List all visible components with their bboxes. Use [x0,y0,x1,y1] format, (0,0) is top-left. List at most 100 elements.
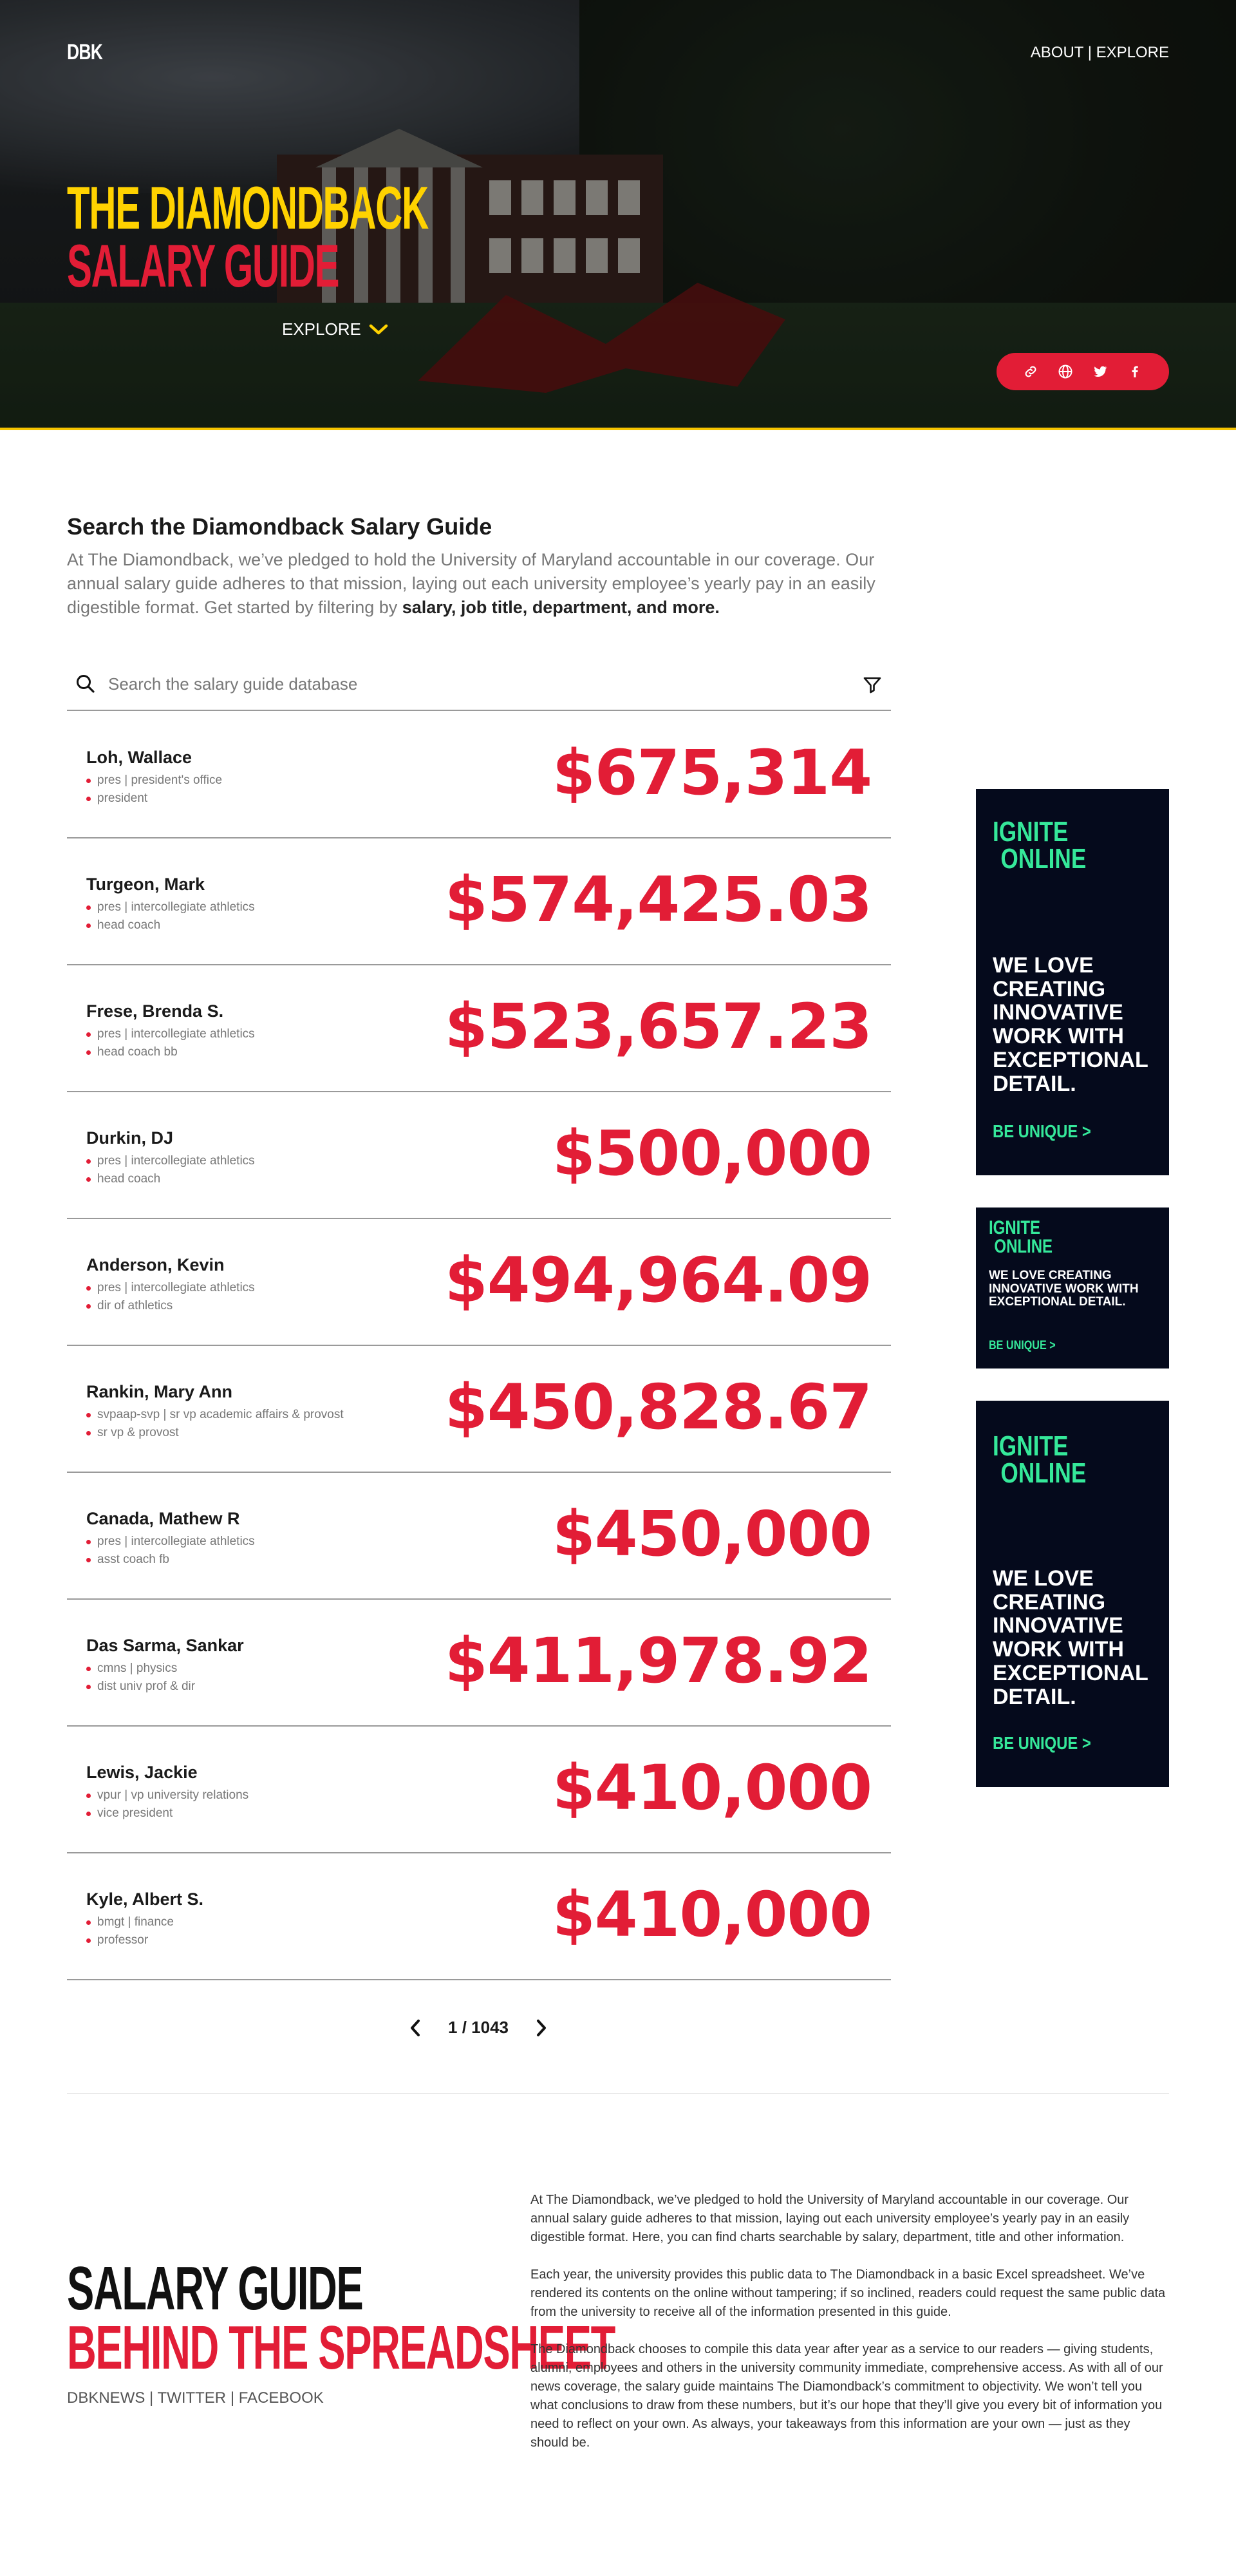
about-paragraph: At The Diamondback, we’ve pledged to hol… [530,2193,1130,2244]
search-section-intro: At The Diamondback, we’ve pledged to hol… [67,548,897,620]
employee-salary: $450,000 [552,1498,872,1570]
page-current: 1 [448,2018,458,2037]
employee-salary: $523,657.23 [444,990,872,1063]
table-row[interactable]: Lewis, Jackie vpur | vp university relat… [67,1727,891,1853]
dbknews-link[interactable]: DBKNEWS [67,2389,145,2407]
pagination: 1 / 1043 [406,2018,551,2038]
table-row[interactable]: Durkin, DJ pres | intercollegiate athlet… [67,1092,891,1219]
page-title-line2: SALARY GUIDE [67,232,340,299]
chevron-down-icon [369,324,388,334]
employee-title: head coach [86,1172,160,1186]
about-paragraph: Each year, the university provides this … [530,2268,1166,2319]
employee-title: dir of athletics [86,1299,173,1313]
table-row[interactable]: Anderson, Kevin pres | intercollegiate a… [67,1219,891,1346]
table-row[interactable]: Kyle, Albert S. bmgt | finance professor… [67,1853,891,1980]
employee-name: Anderson, Kevin [86,1255,225,1274]
employee-title: head coach [86,918,160,933]
chevron-right-icon[interactable] [532,2018,551,2038]
ad-cta: BE UNIQUE > [993,1733,1091,1753]
footer-separator: | [230,2389,235,2407]
employee-department: cmns | physics [86,1662,177,1676]
ad-brand: IGNITE ONLINE [993,816,1087,875]
employee-salary: $675,314 [552,737,872,809]
hero-bottom-border [0,428,1236,430]
footer-links: DBKNEWS | TWITTER | FACEBOOK [67,2389,324,2407]
ad-banner[interactable]: IGNITE ONLINE WE LOVE CREATING INNOVATIVE… [976,789,1169,1175]
twitter-icon[interactable] [1092,364,1108,379]
salary-table: Loh, Wallace pres | president's office p… [67,712,891,1980]
employee-department: pres | intercollegiate athletics [86,1535,255,1549]
ad-brand: IGNITE ONLINE [993,1430,1087,1489]
employee-title: sr vp & provost [86,1426,179,1440]
employee-name: Frese, Brenda S. [86,1001,224,1021]
employee-title: president [86,791,147,806]
intro-bold-text: salary, job title, department, and more. [402,598,720,617]
page-separator: / [462,2018,467,2037]
employee-department: svpaap-svp | sr vp academic affairs & pr… [86,1408,344,1422]
employee-department: pres | president's office [86,773,222,788]
ad-cta: BE UNIQUE > [989,1339,1056,1352]
ad-message: WE LOVE CREATING INNOVATIVE WORK WITH EX… [993,1566,1148,1709]
employee-department: pres | intercollegiate athletics [86,900,255,914]
nav-explore-link[interactable]: EXPLORE [1096,44,1169,61]
employee-department: bmgt | finance [86,1915,174,1929]
table-row[interactable]: Loh, Wallace pres | president's office p… [67,712,891,838]
table-row[interactable]: Rankin, Mary Ann svpaap-svp | sr vp acad… [67,1346,891,1473]
dbk-logo-link[interactable]: DBK [67,40,103,65]
link-icon[interactable] [1023,364,1038,379]
facebook-link[interactable]: FACEBOOK [239,2389,324,2407]
employee-name: Canada, Mathew R [86,1509,240,1528]
employee-salary: $411,978.92 [444,1625,872,1697]
employee-name: Rankin, Mary Ann [86,1382,233,1401]
employee-title: head coach bb [86,1045,178,1059]
ad-banner[interactable]: IGNITE ONLINE WE LOVE CREATING INNOVATIVE… [976,1208,1169,1368]
employee-name: Das Sarma, Sankar [86,1636,244,1655]
employee-department: pres | intercollegiate athletics [86,1154,255,1168]
chevron-left-icon[interactable] [406,2018,425,2038]
employee-title: dist univ prof & dir [86,1680,195,1694]
about-paragraph: The Diamondback chooses to compile this … [530,2342,1163,2450]
employee-department: pres | intercollegiate athletics [86,1027,255,1041]
employee-name: Turgeon, Mark [86,875,205,894]
employee-title: professor [86,1933,148,1947]
employee-name: Durkin, DJ [86,1128,174,1148]
employee-salary: $574,425.03 [444,864,872,936]
section-divider [67,2093,1169,2094]
ad-banner[interactable]: IGNITE ONLINE WE LOVE CREATING INNOVATIVE… [976,1401,1169,1787]
search-section-title: Search the Diamondback Salary Guide [67,513,492,540]
employee-salary: $500,000 [552,1117,872,1189]
employee-salary: $450,828.67 [444,1371,872,1443]
table-row[interactable]: Canada, Mathew R pres | intercollegiate … [67,1473,891,1600]
employee-name: Kyle, Albert S. [86,1889,204,1909]
share-bar [997,353,1169,390]
table-row[interactable]: Turgeon, Mark pres | intercollegiate ath… [67,838,891,965]
explore-label: EXPLORE [282,319,361,339]
hero-banner: DBK ABOUT | EXPLORE THE DIAMONDBACK SALA… [0,0,1236,430]
ad-message: WE LOVE CREATING INNOVATIVE WORK WITH EX… [993,953,1148,1096]
top-nav: ABOUT | EXPLORE [1031,44,1169,62]
filter-icon[interactable] [861,674,883,696]
search-input[interactable] [108,674,816,694]
employee-name: Lewis, Jackie [86,1763,198,1782]
table-row[interactable]: Frese, Brenda S. pres | intercollegiate … [67,965,891,1092]
nav-separator: | [1087,44,1092,61]
explore-button[interactable]: EXPLORE [282,319,388,339]
page-title: THE DIAMONDBACK SALARY GUIDE [67,174,429,299]
employee-name: Loh, Wallace [86,748,192,767]
nav-about-link[interactable]: ABOUT [1031,44,1083,61]
employee-title: asst coach fb [86,1553,169,1567]
globe-icon[interactable] [1058,364,1073,379]
employee-salary: $410,000 [552,1752,872,1824]
page-indicator: 1 / 1043 [448,2018,509,2038]
twitter-link[interactable]: TWITTER [158,2389,227,2407]
table-row[interactable]: Das Sarma, Sankar cmns | physics dist un… [67,1600,891,1727]
employee-salary: $410,000 [552,1879,872,1951]
employee-title: vice president [86,1806,173,1821]
facebook-icon[interactable] [1127,364,1143,379]
page-total: 1043 [471,2018,509,2037]
employee-department: vpur | vp university relations [86,1788,248,1803]
about-text: At The Diamondback, we’ve pledged to hol… [530,2191,1168,2471]
footer-separator: | [149,2389,154,2407]
page-title-line1: THE DIAMONDBACK [67,174,429,242]
ad-message: WE LOVE CREATING INNOVATIVE WORK WITH EX… [989,1269,1139,1309]
